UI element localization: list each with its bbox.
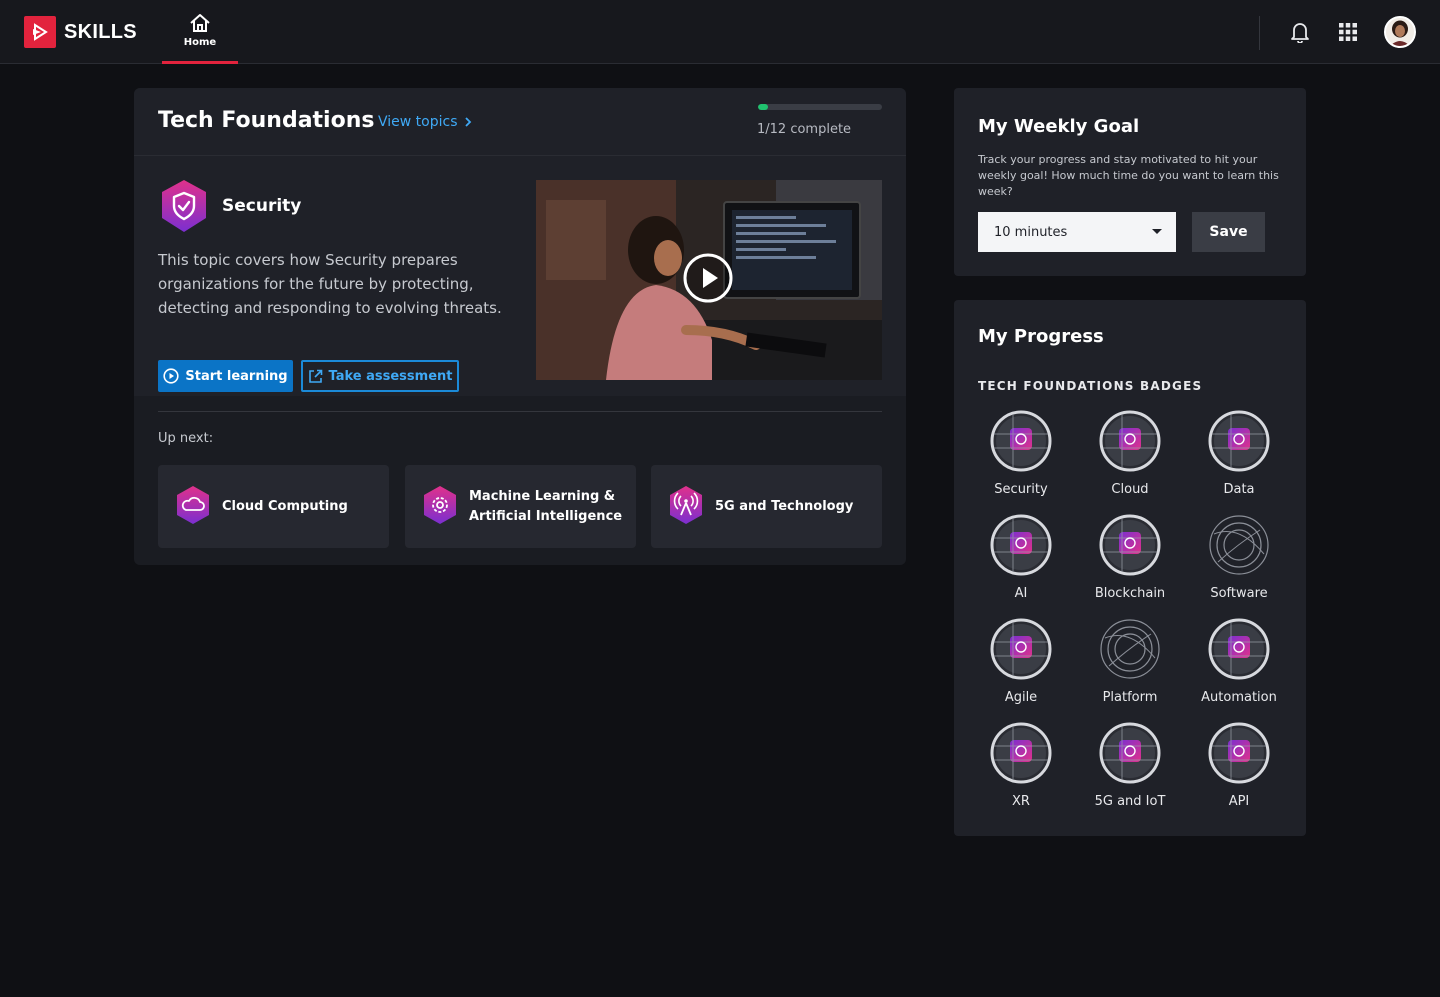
start-learning-button[interactable]: Start learning [158, 360, 293, 392]
featured-topic: Security This topic covers how Security … [134, 156, 906, 396]
badges-section-label: TECH FOUNDATIONS BADGES [978, 379, 1203, 393]
badge-cloud[interactable]: Cloud [1075, 410, 1185, 510]
badge-platform[interactable]: Platform [1075, 618, 1185, 718]
chain-icon [1099, 514, 1161, 576]
badge-blockchain[interactable]: Blockchain [1075, 514, 1185, 614]
external-link-icon [308, 369, 322, 383]
video-player[interactable] [536, 180, 882, 380]
up-next-card[interactable]: 5G and Technology [651, 465, 882, 548]
badge-5g-and-iot[interactable]: 5G and IoT [1075, 722, 1185, 822]
play-logo-icon [24, 16, 56, 48]
ai-icon [990, 514, 1052, 576]
badge-xr[interactable]: XR [966, 722, 1076, 822]
header-divider [1259, 16, 1260, 50]
shield-icon [990, 410, 1052, 472]
cloud-icon [175, 485, 211, 529]
take-assessment-button[interactable]: Take assessment [301, 360, 459, 392]
badge-security[interactable]: Security [966, 410, 1076, 510]
home-icon [190, 14, 210, 32]
software-icon [1209, 515, 1269, 575]
weekly-goal-card: My Weekly Goal Track your progress and s… [954, 88, 1306, 276]
brand-logo[interactable]: SKILLS [24, 16, 137, 48]
weekly-goal-select[interactable]: 10 minutes [978, 212, 1176, 252]
caret-down-icon [1152, 229, 1162, 234]
data-icon [1208, 410, 1270, 472]
api-icon [1208, 722, 1270, 784]
badge-agile[interactable]: Agile [966, 618, 1076, 718]
up-next-title: 5G and Technology [715, 498, 854, 514]
featured-topic-title: Security [222, 196, 302, 216]
play-button-icon[interactable] [682, 252, 734, 304]
up-next-label: Up next: [158, 431, 214, 446]
view-topics-link[interactable]: View topics [378, 114, 472, 130]
automation-icon [1208, 618, 1270, 680]
badge-label: XR [1012, 794, 1030, 809]
up-next-title: Cloud Computing [222, 498, 348, 514]
page-title: Tech Foundations [158, 108, 375, 133]
view-topics-label: View topics [378, 114, 458, 130]
platform-icon [1100, 619, 1160, 679]
chevron-right-icon [464, 117, 471, 127]
cloud-icon [1099, 410, 1161, 472]
gear-icon [422, 485, 458, 529]
nav-tab-home[interactable]: Home [162, 0, 238, 64]
top-navigation-bar: SKILLS Home [0, 0, 1440, 64]
badge-label: Data [1223, 482, 1255, 497]
badge-ai[interactable]: AI [966, 514, 1076, 614]
badge-label: API [1228, 794, 1250, 809]
badge-automation[interactable]: Automation [1184, 618, 1294, 718]
nav-tab-home-label: Home [183, 37, 217, 48]
antenna-icon [668, 485, 704, 529]
badge-label: Agile [1004, 690, 1038, 705]
up-next-card[interactable]: Machine Learning & Artificial Intelligen… [405, 465, 636, 548]
shield-icon [158, 178, 210, 238]
progress-bar [758, 104, 882, 110]
badge-label: Software [1210, 586, 1268, 601]
weekly-goal-title: My Weekly Goal [978, 116, 1140, 137]
badge-label: AI [1014, 586, 1028, 601]
featured-topic-description: This topic covers how Security prepares … [158, 251, 502, 317]
badge-label: Blockchain [1094, 586, 1166, 601]
up-next-card[interactable]: Cloud Computing [158, 465, 389, 548]
bell-icon[interactable] [1288, 20, 1312, 44]
card-header: Tech Foundations View topics 1/12 comple… [134, 88, 906, 156]
progress-bar-fill [758, 104, 769, 110]
progress-text: 1/12 complete [757, 122, 852, 137]
antenna-icon [1099, 722, 1161, 784]
tech-foundations-card: Tech Foundations View topics 1/12 comple… [134, 88, 906, 565]
badge-api[interactable]: API [1184, 722, 1294, 822]
my-progress-title: My Progress [978, 326, 1104, 347]
badge-label: 5G and IoT [1094, 794, 1166, 809]
badge-label: Security [994, 482, 1048, 497]
my-progress-card: My Progress TECH FOUNDATIONS BADGES Secu… [954, 300, 1306, 836]
user-avatar[interactable] [1384, 16, 1416, 48]
weekly-goal-description: Track your progress and stay motivated t… [978, 153, 1279, 198]
badge-label: Cloud [1111, 482, 1149, 497]
weekly-goal-selected-value: 10 minutes [994, 224, 1068, 240]
badge-label: Platform [1102, 690, 1158, 705]
start-learning-label: Start learning [185, 368, 288, 384]
play-circle-icon [163, 368, 179, 384]
save-button[interactable]: Save [1192, 212, 1265, 252]
section-divider [158, 411, 882, 412]
brand-name: SKILLS [64, 20, 137, 43]
xr-icon [990, 722, 1052, 784]
agile-icon [990, 618, 1052, 680]
take-assessment-label: Take assessment [328, 368, 453, 384]
badge-label: Automation [1201, 690, 1277, 705]
badge-software[interactable]: Software [1184, 514, 1294, 614]
up-next-title: Machine Learning & Artificial Intelligen… [469, 488, 623, 524]
badge-data[interactable]: Data [1184, 410, 1294, 510]
apps-grid-icon[interactable] [1336, 20, 1360, 44]
